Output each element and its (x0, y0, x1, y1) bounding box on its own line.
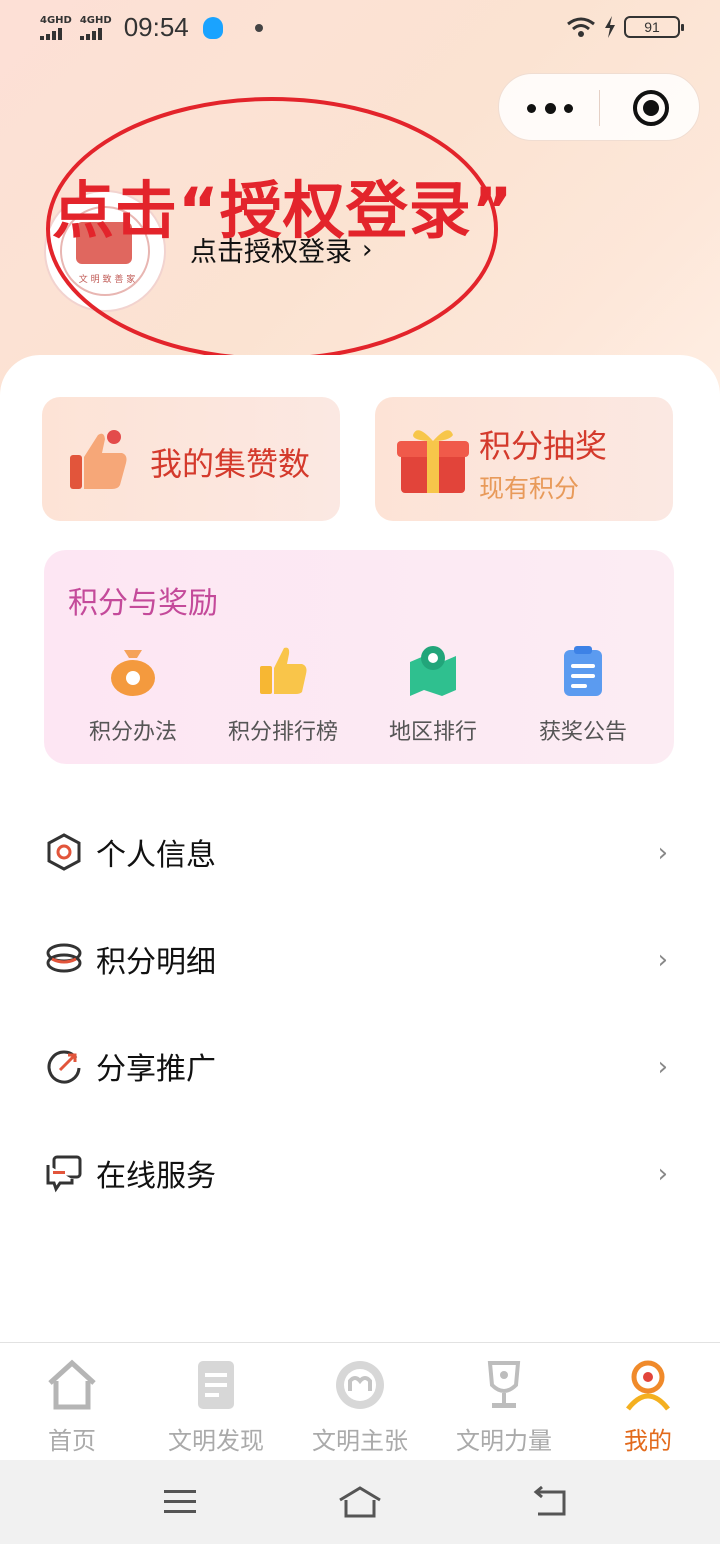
signal-2-icon: 4GHD (79, 14, 112, 40)
status-bar: 4GHD 4GHD 09:54 91 (0, 0, 720, 58)
menu-label: 积分明细 (96, 945, 216, 980)
login-label: 点击授权登录 (190, 237, 352, 268)
share-arrow-icon (47, 1050, 81, 1084)
home-icon (48, 1359, 96, 1410)
rewards-item-label: 积分办法 (88, 720, 177, 745)
rewards-item-rules[interactable]: 积分办法 (58, 644, 208, 746)
chevron-right-icon: › (362, 234, 373, 265)
system-nav-bar (0, 1460, 720, 1544)
likes-label: 我的集赞数 (150, 445, 311, 483)
clipboard-icon (564, 646, 602, 696)
rewards-item-label: 获奖公告 (538, 720, 627, 745)
tab-home[interactable]: 首页 (12, 1357, 132, 1456)
menu-personal-info[interactable]: 个人信息 › (44, 812, 676, 892)
tab-label: 文明发现 (168, 1427, 264, 1455)
rewards-item-region[interactable]: 地区排行 (358, 644, 508, 746)
target-circle-icon[interactable] (633, 90, 669, 126)
menu-icon[interactable] (160, 1484, 200, 1520)
battery-indicator: 91 (624, 16, 684, 38)
money-bag-icon (111, 650, 155, 696)
tab-bar: 首页 文明发现 文明主张 文明力量 我的 (0, 1342, 720, 1460)
menu-label: 分享推广 (96, 1052, 216, 1087)
menu-points-detail[interactable]: 积分明细 › (44, 919, 676, 999)
tab-label: 文明主张 (312, 1427, 408, 1455)
rewards-item-ranking[interactable]: 积分排行榜 (208, 644, 358, 746)
rewards-title: 积分与奖励 (68, 586, 218, 621)
map-pin-icon (410, 646, 456, 696)
gift-box-icon (397, 430, 469, 493)
person-icon (626, 1360, 670, 1411)
thumbs-up-icon (260, 647, 307, 694)
miniprogram-capsule (498, 73, 700, 141)
trophy-icon (487, 1361, 521, 1408)
tab-claims[interactable]: 文明主张 (300, 1357, 420, 1456)
home-nav-icon[interactable] (338, 1484, 382, 1520)
rewards-panel: 积分与奖励 积分办法 积分排行榜 地区排行 获奖公告 (44, 550, 674, 764)
menu-share[interactable]: 分享推广 › (44, 1026, 676, 1106)
tab-mine[interactable]: 我的 (588, 1357, 708, 1456)
capsule-divider (599, 90, 600, 126)
menu-online-service[interactable]: 在线服务 › (44, 1133, 676, 1213)
chevron-right-icon: › (657, 838, 668, 868)
hexagon-user-icon (47, 833, 81, 871)
document-icon (198, 1361, 234, 1409)
network-type-label: 4GHD (40, 14, 72, 26)
lottery-tile[interactable]: 积分抽奖 现有积分 (375, 397, 673, 521)
menu-label: 个人信息 (96, 838, 216, 873)
avatar-caption: 文 明 致 善 家 (78, 275, 136, 285)
circle-m-icon (336, 1361, 384, 1409)
signal-1-icon: 4GHD (40, 14, 72, 40)
likes-tile[interactable]: 我的集赞数 (42, 397, 340, 521)
lottery-label: 积分抽奖 (479, 427, 608, 465)
menu-label: 在线服务 (96, 1159, 216, 1194)
tab-label: 文明力量 (456, 1427, 552, 1455)
rewards-item-label: 积分排行榜 (227, 720, 338, 745)
wifi-icon (567, 17, 595, 37)
thumbs-up-icon (70, 430, 127, 489)
login-link[interactable]: 点击授权登录 › (190, 230, 372, 269)
rewards-item-announce[interactable]: 获奖公告 (508, 644, 658, 746)
chevron-right-icon: › (657, 945, 668, 975)
status-time: 09:54 (123, 12, 189, 42)
coins-icon (46, 943, 82, 973)
tab-label: 首页 (48, 1427, 96, 1455)
network-type-label: 4GHD (79, 14, 112, 26)
tab-power[interactable]: 文明力量 (444, 1357, 564, 1456)
back-icon[interactable] (530, 1484, 570, 1520)
more-dots-icon[interactable] (527, 96, 573, 120)
qq-icon (202, 16, 223, 39)
chevron-right-icon: › (657, 1052, 668, 1082)
notification-dot-icon (254, 23, 263, 32)
tab-label: 我的 (624, 1427, 672, 1455)
lottery-points-label: 现有积分 (479, 474, 580, 503)
chevron-right-icon: › (657, 1159, 668, 1189)
rewards-item-label: 地区排行 (388, 720, 477, 745)
chat-bubbles-icon (46, 1155, 82, 1193)
tab-discover[interactable]: 文明发现 (156, 1357, 276, 1456)
charging-icon (605, 16, 615, 38)
